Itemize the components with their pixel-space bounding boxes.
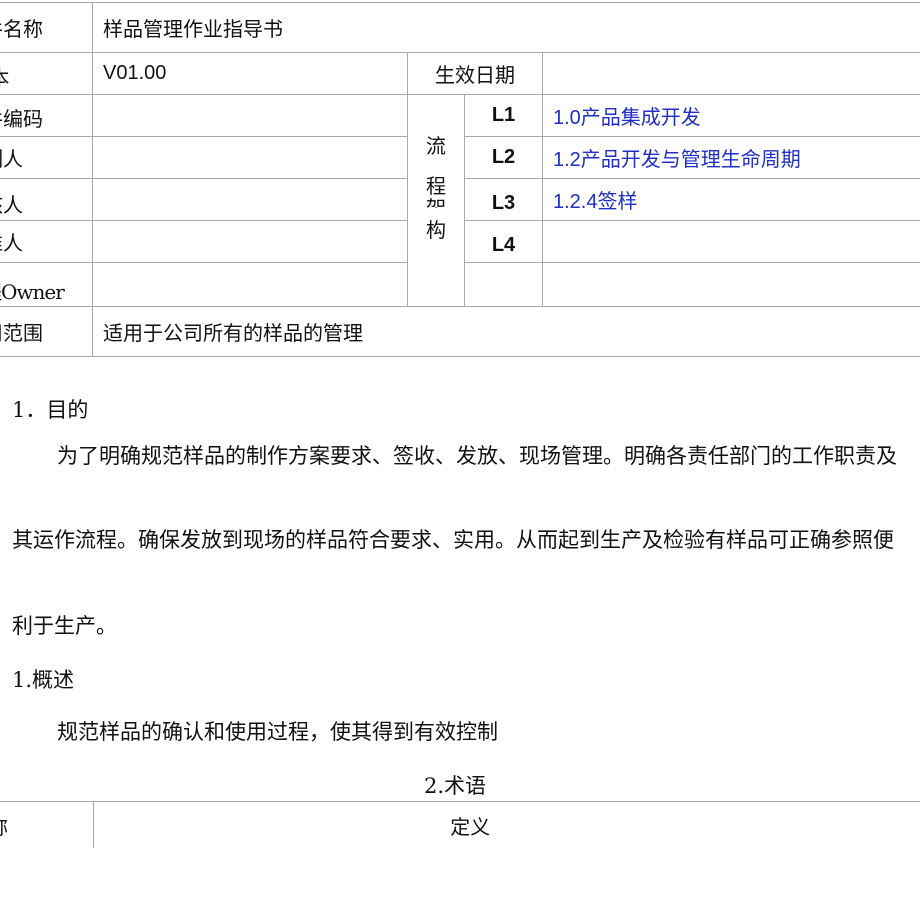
level-code-l2: L2 bbox=[464, 136, 543, 179]
effective-date-value bbox=[542, 52, 920, 95]
level-code-l3: L3 bbox=[464, 178, 543, 221]
level-value-l5 bbox=[542, 262, 920, 307]
doc-name-label: 文件名称 bbox=[0, 2, 93, 53]
approver-label: 批准人 bbox=[0, 220, 93, 263]
level-code-l5 bbox=[464, 262, 543, 307]
level-value-l4 bbox=[542, 220, 920, 263]
header-row-scope: 适用范围 适用于公司所有的样品的管理 bbox=[0, 306, 920, 357]
header-row-version: 版 本 V01.00 生效日期 bbox=[0, 52, 920, 95]
header-row-l1: 文件编码 流 程 架 构 L1 1.0产品集成开发 bbox=[0, 94, 920, 307]
document-page: 文件名称 样品管理作业指导书 版 本 V01.00 生效日期 文件编码 流 程 … bbox=[0, 0, 920, 920]
version-value: V01.00 bbox=[92, 52, 408, 95]
terms-col-definition: 定义 bbox=[93, 801, 920, 848]
document-header-table: 文件名称 样品管理作业指导书 版 本 V01.00 生效日期 文件编码 流 程 … bbox=[0, 2, 920, 357]
process-char-1: 流 bbox=[426, 134, 446, 158]
preparer-value bbox=[92, 136, 408, 179]
section-overview-heading: 1.概述 bbox=[12, 668, 75, 692]
section-purpose-heading: 1．目的 bbox=[12, 398, 89, 422]
section-terms-heading: 2.术语 bbox=[424, 774, 487, 798]
process-char-3: 架 bbox=[409, 197, 464, 208]
level-value-l2[interactable]: 1.2产品开发与管理生命周期 bbox=[542, 136, 920, 179]
terms-table-header-row: 名称 定义 bbox=[0, 801, 920, 848]
approver-value bbox=[92, 220, 408, 263]
header-row-doc-name: 文件名称 样品管理作业指导书 bbox=[0, 2, 920, 53]
reviewer-label: 审核人 bbox=[0, 178, 93, 221]
section-overview-text: 规范样品的确认和使用过程，使其得到有效控制 bbox=[57, 720, 498, 744]
terms-col-name: 名称 bbox=[0, 801, 94, 848]
doc-name-value: 样品管理作业指导书 bbox=[92, 2, 920, 53]
doc-number-value bbox=[92, 94, 408, 137]
reviewer-value bbox=[92, 178, 408, 221]
owner-value bbox=[92, 262, 408, 307]
level-value-l3[interactable]: 1.2.4签样 bbox=[542, 178, 920, 221]
section-purpose-paragraph-line1: 为了明确规范样品的制作方案要求、签收、发放、现场管理。明确各责任部门的工作职责及 bbox=[57, 444, 897, 468]
section-purpose-paragraph-line2: 其运作流程。确保发放到现场的样品符合要求、实用。从而起到生产及检验有样品可正确参… bbox=[12, 528, 894, 552]
terms-table: 名称 定义 bbox=[0, 801, 920, 848]
doc-number-label: 文件编码 bbox=[0, 94, 93, 137]
process-char-4: 构 bbox=[426, 218, 446, 242]
preparer-label: 编制人 bbox=[0, 136, 93, 179]
effective-date-label: 生效日期 bbox=[407, 52, 543, 95]
scope-value: 适用于公司所有的样品的管理 bbox=[92, 306, 920, 357]
version-label: 版 本 bbox=[0, 52, 93, 95]
level-code-l4: L4 bbox=[464, 220, 543, 263]
owner-label: 流程Owner bbox=[0, 262, 93, 307]
level-code-l1: L1 bbox=[464, 94, 543, 137]
level-value-l1[interactable]: 1.0产品集成开发 bbox=[542, 94, 920, 137]
scope-label: 适用范围 bbox=[0, 306, 93, 357]
process-architecture-label: 流 程 架 构 bbox=[407, 94, 465, 307]
process-char-2: 程 bbox=[426, 174, 446, 198]
section-purpose-paragraph-line3: 利于生产。 bbox=[12, 614, 117, 638]
